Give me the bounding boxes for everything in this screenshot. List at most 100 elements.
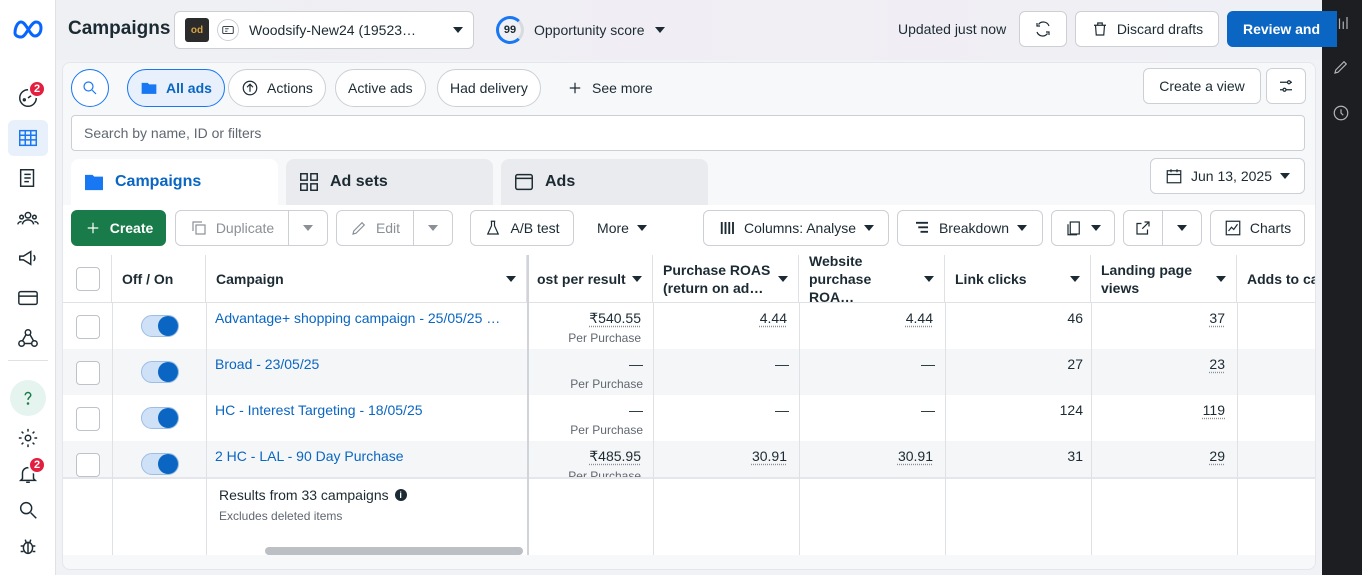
column-header-adds-to-cart[interactable]: Adds to ca — [1237, 255, 1315, 303]
chevron-down-icon — [303, 225, 313, 231]
table-row[interactable]: HC - Interest Targeting - 18/05/25 — Per… — [63, 395, 1315, 441]
column-header-off-on[interactable]: Off / On — [112, 255, 206, 303]
select-all-checkbox[interactable] — [76, 267, 100, 291]
copy-icon — [192, 221, 206, 235]
duplicate-button[interactable]: Duplicate — [175, 210, 289, 246]
row-checkbox[interactable] — [76, 407, 100, 431]
table-row[interactable]: Broad - 23/05/25 — Per Purchase — — 27 2… — [63, 349, 1315, 395]
refresh-button[interactable] — [1019, 11, 1067, 47]
ad-account-icon — [217, 19, 239, 41]
billing-nav-button[interactable] — [8, 280, 48, 316]
filter-all-ads[interactable]: All ads — [127, 69, 225, 107]
campaign-name-link[interactable]: Broad - 23/05/25 — [215, 356, 515, 372]
column-header-cost-per-result[interactable]: ost per result — [527, 255, 653, 303]
table-row[interactable]: Advantage+ shopping campaign - 25/05/25 … — [63, 303, 1315, 349]
review-and-publish-button[interactable]: Review and — [1227, 11, 1337, 47]
charts-button[interactable]: Charts — [1210, 210, 1305, 246]
filter-actions[interactable]: Actions — [228, 69, 326, 107]
export-options-button[interactable] — [1162, 210, 1202, 246]
create-view-button[interactable]: Create a view — [1143, 68, 1261, 104]
filter-had-delivery[interactable]: Had delivery — [437, 69, 541, 107]
more-button[interactable]: More — [586, 210, 658, 246]
ab-test-label: A/B test — [510, 220, 560, 236]
chevron-down-icon — [428, 225, 438, 231]
folder-icon — [141, 82, 157, 94]
reports-nav-button[interactable] — [8, 160, 48, 196]
business-tools-nav-button[interactable] — [8, 320, 48, 356]
export-button[interactable] — [1123, 210, 1163, 246]
horizontal-scrollbar[interactable] — [265, 547, 523, 555]
ab-test-button[interactable]: A/B test — [470, 210, 574, 246]
search-icon — [83, 81, 97, 95]
purchase-roas-value: 4.44 — [759, 310, 787, 326]
column-header-campaign[interactable]: Campaign — [206, 255, 527, 303]
edit-button[interactable]: Edit — [336, 210, 414, 246]
history-panel-button[interactable] — [1332, 104, 1352, 124]
charts-label: Charts — [1249, 220, 1292, 236]
network-icon — [18, 329, 38, 347]
notifications-button[interactable]: 2 — [8, 456, 48, 492]
meta-logo[interactable] — [12, 18, 44, 40]
column-header-label: Off / On — [122, 270, 174, 287]
breakdown-button[interactable]: Breakdown — [897, 210, 1043, 246]
duplicate-options-button[interactable] — [288, 210, 328, 246]
campaign-name-link[interactable]: 2 HC - LAL - 90 Day Purchase — [215, 448, 515, 464]
columns-button[interactable]: Columns: Analyse — [703, 210, 889, 246]
settings-button[interactable] — [8, 420, 48, 456]
column-header-link-clicks[interactable]: Link clicks — [945, 255, 1091, 303]
totals-divider — [527, 477, 1315, 479]
edit-panel-button[interactable] — [1332, 58, 1352, 78]
search-input[interactable]: Search by name, ID or filters — [71, 115, 1305, 151]
tab-campaigns[interactable]: Campaigns — [71, 159, 278, 205]
row-checkbox[interactable] — [76, 315, 100, 339]
create-button[interactable]: Create — [71, 210, 166, 246]
results-subtext: Excludes deleted items — [219, 509, 343, 523]
tab-ad-sets-label: Ad sets — [330, 173, 388, 190]
tab-ad-sets[interactable]: Ad sets — [286, 159, 493, 205]
results-count-text: Results from 33 campaigns — [219, 487, 389, 503]
column-header-landing-page-views[interactable]: Landing page views — [1091, 255, 1237, 303]
campaigns-nav-button[interactable] — [8, 120, 48, 156]
row-checkbox[interactable] — [76, 453, 100, 477]
edit-options-button[interactable] — [413, 210, 453, 246]
reports-button[interactable] — [1051, 210, 1115, 246]
filter-actions-label: Actions — [267, 80, 313, 96]
campaign-name-link[interactable]: HC - Interest Targeting - 18/05/25 — [215, 402, 515, 418]
page-title: Campaigns — [68, 18, 171, 39]
discard-drafts-button[interactable]: Discard drafts — [1075, 11, 1219, 47]
account-overview-button[interactable]: 2 — [8, 80, 48, 116]
ad-account-selector[interactable]: od Woodsify-New24 (19523… — [174, 11, 474, 49]
column-header-website-purchase-roas[interactable]: Website purchase ROA… — [799, 255, 945, 305]
campaign-toggle[interactable] — [141, 453, 179, 475]
campaign-toggle[interactable] — [141, 315, 179, 337]
results-summary: Results from 33 campaigns i — [219, 487, 407, 503]
rail-divider — [8, 360, 48, 361]
tab-ads[interactable]: Ads — [501, 159, 708, 205]
opportunity-score-dropdown[interactable]: 99 Opportunity score — [496, 16, 665, 44]
column-header-label: Campaign — [216, 270, 284, 287]
audiences-nav-button[interactable] — [8, 200, 48, 236]
landing-page-views-value: 23 — [1209, 356, 1225, 372]
column-header-purchase-roas[interactable]: Purchase ROAS (return on ad… — [653, 255, 799, 303]
row-checkbox[interactable] — [76, 361, 100, 385]
info-icon[interactable]: i — [394, 489, 407, 501]
search-nav-button[interactable] — [8, 492, 48, 528]
table-row[interactable]: 2 HC - LAL - 90 Day Purchase ₹485.95 Per… — [63, 441, 1315, 477]
campaign-name-link[interactable]: Advantage+ shopping campaign - 25/05/25 … — [215, 310, 515, 326]
landing-page-views-value: 119 — [1202, 402, 1225, 418]
filter-active-ads[interactable]: Active ads — [335, 69, 426, 107]
date-range-picker[interactable]: Jun 13, 2025 — [1150, 158, 1305, 194]
ads-manager-nav-button[interactable] — [8, 240, 48, 276]
campaign-toggle[interactable] — [141, 361, 179, 383]
view-settings-button[interactable] — [1266, 68, 1306, 104]
campaign-toggle[interactable] — [141, 407, 179, 429]
campaign-table-panel: Create Duplicate Edit A/B test More Colu… — [63, 205, 1315, 555]
see-more-filters[interactable]: See more — [553, 69, 666, 107]
chevron-down-icon — [864, 225, 875, 231]
column-header-label: ost per result — [537, 270, 626, 287]
help-button[interactable] — [10, 380, 46, 416]
search-toggle-button[interactable] — [71, 69, 109, 107]
breakdown-label: Breakdown — [938, 220, 1010, 236]
chevron-down-icon — [778, 276, 788, 282]
report-bug-button[interactable] — [8, 528, 48, 564]
